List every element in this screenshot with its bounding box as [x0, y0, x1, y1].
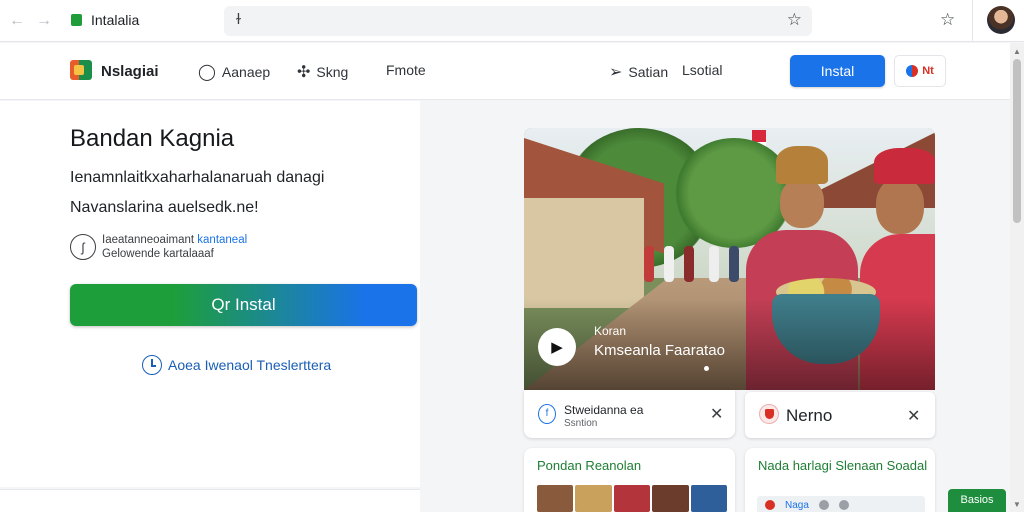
- toolbar-divider: [972, 0, 973, 42]
- clock-icon: [142, 355, 162, 375]
- back-icon[interactable]: ←: [7, 11, 27, 31]
- nav-item-fmote[interactable]: Fmote: [386, 62, 426, 78]
- option-icon: [838, 500, 849, 510]
- close-icon[interactable]: ✕: [710, 404, 723, 424]
- favorites-star-icon[interactable]: ☆: [940, 10, 955, 30]
- language-selector[interactable]: Nt: [894, 55, 946, 87]
- scroll-down-icon[interactable]: ▼: [1013, 500, 1021, 509]
- address-bar[interactable]: ɫ ☆: [224, 6, 812, 36]
- tab-title[interactable]: Intalalia: [91, 12, 139, 28]
- nav-label: Skng: [316, 64, 349, 80]
- text-cursor-icon: ɫ: [236, 11, 241, 28]
- notification-subtitle: Ssntion: [564, 418, 598, 429]
- nav-label: Lsotial: [682, 62, 723, 78]
- video-eyebrow: Koran: [594, 324, 627, 338]
- card-action-label: Naga: [785, 499, 809, 511]
- notification-card[interactable]: f Stweidanna ea Ssntion ✕: [524, 390, 735, 438]
- left-bottom-card: [0, 489, 420, 512]
- send-icon: ➢: [609, 64, 623, 81]
- close-icon[interactable]: ✕: [907, 406, 920, 426]
- secondary-link[interactable]: Aoea Iwenaol Tneslerttera: [142, 355, 331, 375]
- option-icon: [818, 500, 829, 510]
- lower-card-title: Nada harlagi Slenaan Soadal: [758, 458, 928, 473]
- nav-label: Aanaep: [221, 64, 271, 80]
- link-info-icon: ʃ: [70, 234, 96, 260]
- card-action-row[interactable]: Naga: [757, 496, 925, 512]
- video-title: Kmseanla Faaratao: [594, 342, 725, 359]
- video-progress-dot[interactable]: [704, 366, 709, 371]
- hero-panel: Bandan Kagnia Ienamnlaitkxaharhalanaruah…: [0, 101, 420, 487]
- play-icon[interactable]: ▶: [538, 328, 576, 366]
- nav-item-lsotial[interactable]: Lsotial: [682, 62, 722, 78]
- lower-card-left[interactable]: Pondan Reanolan: [524, 448, 735, 512]
- forward-icon[interactable]: →: [34, 11, 54, 31]
- nerno-title: Nerno: [786, 406, 833, 425]
- profile-avatar[interactable]: [987, 6, 1015, 34]
- chat-icon: ◯: [198, 64, 216, 81]
- primary-install-button[interactable]: Qr Instal: [70, 284, 417, 326]
- bookmark-star-icon[interactable]: ☆: [787, 10, 802, 30]
- record-icon: [765, 500, 775, 510]
- nav-label: Fmote: [386, 62, 426, 78]
- video-gradient: [524, 298, 935, 390]
- video-card[interactable]: ▶ Koran Kmseanla Faaratao: [524, 128, 935, 390]
- scroll-thumb[interactable]: [1013, 59, 1021, 223]
- hero-title: Bandan Kagnia: [70, 125, 235, 152]
- hero-description-line-2: Navanslarina auelsedk.ne!: [70, 199, 259, 216]
- puzzle-icon: ✣: [297, 64, 311, 81]
- lower-card-right[interactable]: Nada harlagi Slenaan Soadal Naga: [745, 448, 935, 512]
- info-text-line-2: Gelowende kartalaaaf: [102, 248, 214, 260]
- hero-description-line-1: Ienamnlaitkxaharhalanaruah danagi: [70, 169, 325, 186]
- page-scrollbar[interactable]: ▲ ▼: [1010, 43, 1024, 512]
- site-header: Nslagiai ◯ Aanaep ✣ Skng Fmote ➢ Satian …: [0, 43, 1010, 100]
- tab-favicon-icon: [71, 14, 82, 26]
- language-flag-icon: [906, 65, 919, 77]
- shield-icon: [759, 404, 779, 424]
- nav-item-skng[interactable]: ✣ Skng: [297, 62, 348, 82]
- brand-name[interactable]: Nslagiai: [101, 63, 159, 80]
- lower-card-title: Pondan Reanolan: [537, 458, 642, 473]
- thumbnail-strip: [537, 485, 728, 512]
- info-link[interactable]: kantaneal: [197, 234, 247, 246]
- header-install-button[interactable]: Instal: [790, 55, 885, 87]
- brand-logo-icon[interactable]: [70, 60, 92, 80]
- scroll-up-icon[interactable]: ▲: [1013, 47, 1021, 56]
- nav-label: Satian: [628, 64, 669, 80]
- floating-action-button[interactable]: Basios: [948, 489, 1006, 512]
- info-text-prefix: Iaeatanneoaimant: [102, 234, 195, 246]
- notification-title: Stweidanna ea: [564, 403, 644, 417]
- facebook-icon: f: [538, 404, 556, 424]
- nav-item-satian[interactable]: ➢ Satian: [609, 62, 668, 82]
- language-label: Nt: [922, 65, 934, 77]
- nerno-card[interactable]: Nerno ✕: [745, 392, 935, 438]
- info-note: ʃ Iaeatanneoaimant kantaneal Gelowende k…: [70, 233, 247, 261]
- browser-toolbar: ← → Intalalia ɫ ☆ ☆: [0, 0, 1024, 42]
- nav-item-aanaep[interactable]: ◯ Aanaep: [198, 62, 270, 82]
- secondary-link-label: Aoea Iwenaol Tneslerttera: [168, 357, 332, 373]
